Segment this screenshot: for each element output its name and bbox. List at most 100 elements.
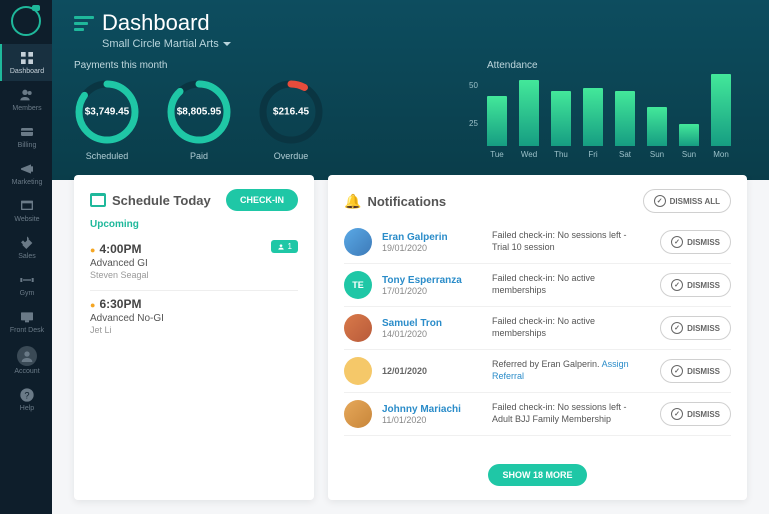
donut-chart: $8,805.95 bbox=[166, 79, 232, 145]
notif-date: 19/01/2020 bbox=[382, 243, 482, 253]
avatar[interactable] bbox=[344, 228, 372, 256]
notif-person-name[interactable]: Tony Esperranza bbox=[382, 275, 482, 286]
check-icon bbox=[671, 408, 683, 420]
avatar[interactable]: TE bbox=[344, 271, 372, 299]
bar bbox=[679, 124, 699, 146]
schedule-instructor: Steven Seagal bbox=[90, 270, 298, 280]
schedule-time: 4:00PM bbox=[90, 242, 298, 256]
notif-message: Failed check-in: No active memberships bbox=[492, 273, 650, 296]
dashboard-logo-icon bbox=[74, 16, 94, 31]
bar-col: Sun bbox=[679, 124, 699, 159]
bar-label: Sun bbox=[682, 150, 696, 159]
check-icon bbox=[654, 195, 666, 207]
nav-dashboard[interactable]: Dashboard bbox=[0, 44, 52, 81]
dismiss-all-button[interactable]: DISMISS ALL bbox=[643, 189, 731, 213]
notif-person-name[interactable]: Johnny Mariachi bbox=[382, 404, 482, 415]
bar bbox=[551, 91, 571, 146]
donut-label: Scheduled bbox=[86, 151, 129, 161]
bell-icon: 🔔 bbox=[344, 193, 361, 210]
check-icon bbox=[671, 279, 683, 291]
nav-website[interactable]: Website bbox=[0, 192, 52, 229]
donut-label: Paid bbox=[190, 151, 208, 161]
chevron-down-icon bbox=[223, 42, 231, 47]
account-icon bbox=[17, 346, 37, 366]
nav-gym[interactable]: Gym bbox=[0, 266, 52, 303]
nav-marketing[interactable]: Marketing bbox=[0, 155, 52, 192]
bar bbox=[487, 96, 507, 146]
checkin-button[interactable]: CHECK-IN bbox=[226, 189, 298, 211]
org-selector[interactable]: Small Circle Martial Arts bbox=[102, 38, 747, 50]
payment-donut-paid: $8,805.95 Paid bbox=[166, 79, 232, 161]
dismiss-button[interactable]: DISMISS bbox=[660, 230, 731, 254]
attendance-section: Attendance 50 25 TueWedThuFriSatSunSunMo… bbox=[487, 60, 747, 161]
avatar[interactable] bbox=[344, 400, 372, 428]
nav-frontdesk[interactable]: Front Desk bbox=[0, 303, 52, 340]
website-icon bbox=[19, 198, 35, 214]
notif-message: Failed check-in: No active memberships bbox=[492, 316, 650, 339]
notif-message: Failed check-in: No sessions left - Tria… bbox=[492, 230, 650, 253]
donut-value: $8,805.95 bbox=[177, 107, 222, 118]
notification-item: Johnny Mariachi11/01/2020 Failed check-i… bbox=[344, 393, 731, 436]
donut-chart: $216.45 bbox=[258, 79, 324, 145]
billing-icon bbox=[19, 124, 35, 140]
dismiss-button[interactable]: DISMISS bbox=[660, 273, 731, 297]
notif-person-name[interactable]: Eran Galperin bbox=[382, 232, 482, 243]
attendance-chart: 50 25 TueWedThuFriSatSunSunMon bbox=[487, 79, 747, 159]
bar-label: Tue bbox=[490, 150, 504, 159]
dismiss-button[interactable]: DISMISS bbox=[660, 359, 731, 383]
avatar[interactable] bbox=[344, 314, 372, 342]
check-icon bbox=[671, 365, 683, 377]
avatar[interactable] bbox=[344, 357, 372, 385]
members-icon bbox=[19, 87, 35, 103]
y-tick-25: 25 bbox=[469, 119, 478, 128]
payments-section: Payments this month $3,749.45 Scheduled … bbox=[74, 60, 457, 161]
schedule-card: Schedule Today CHECK-IN Upcoming 4:00PM … bbox=[74, 175, 314, 500]
nav-account[interactable]: Account bbox=[0, 340, 52, 381]
notif-date: 14/01/2020 bbox=[382, 329, 482, 339]
notification-item: TE Tony Esperranza17/01/2020 Failed chec… bbox=[344, 264, 731, 307]
svg-text:?: ? bbox=[24, 390, 29, 400]
notif-person-name[interactable]: Samuel Tron bbox=[382, 318, 482, 329]
schedule-item[interactable]: 4:00PM Advanced GI Steven Seagal1 bbox=[90, 236, 298, 291]
gym-icon bbox=[19, 272, 35, 288]
notif-date: 11/01/2020 bbox=[382, 415, 482, 425]
nav-members[interactable]: Members bbox=[0, 81, 52, 118]
bar bbox=[583, 88, 603, 146]
notif-message: Failed check-in: No sessions left - Adul… bbox=[492, 402, 650, 425]
dismiss-button[interactable]: DISMISS bbox=[660, 402, 731, 426]
bar-label: Thu bbox=[554, 150, 568, 159]
donut-chart: $3,749.45 bbox=[74, 79, 140, 145]
nav-label: Dashboard bbox=[10, 68, 44, 75]
notification-item: Eran Galperin19/01/2020 Failed check-in:… bbox=[344, 221, 731, 264]
assign-referral-link[interactable]: Assign Referral bbox=[492, 359, 629, 381]
org-name: Small Circle Martial Arts bbox=[102, 38, 219, 50]
bar-label: Fri bbox=[588, 150, 597, 159]
nav-help[interactable]: ? Help bbox=[0, 381, 52, 418]
schedule-title: Schedule Today bbox=[90, 193, 211, 208]
notifications-title: 🔔Notifications bbox=[344, 193, 446, 210]
schedule-time: 6:30PM bbox=[90, 297, 298, 311]
check-icon bbox=[671, 236, 683, 248]
help-icon: ? bbox=[19, 387, 35, 403]
frontdesk-icon bbox=[19, 309, 35, 325]
notifications-card: 🔔Notifications DISMISS ALL Eran Galperin… bbox=[328, 175, 747, 500]
bar bbox=[711, 74, 731, 146]
check-icon bbox=[671, 322, 683, 334]
main-content: Dashboard Small Circle Martial Arts Paym… bbox=[52, 0, 769, 514]
dismiss-button[interactable]: DISMISS bbox=[660, 316, 731, 340]
nav-label: Marketing bbox=[12, 179, 43, 186]
notification-item: Samuel Tron14/01/2020 Failed check-in: N… bbox=[344, 307, 731, 350]
nav-billing[interactable]: Billing bbox=[0, 118, 52, 155]
bar bbox=[615, 91, 635, 146]
schedule-instructor: Jet Li bbox=[90, 325, 298, 335]
app-logo bbox=[11, 6, 41, 36]
bar-label: Sat bbox=[619, 150, 631, 159]
nav-sales[interactable]: Sales bbox=[0, 229, 52, 266]
bar-col: Tue bbox=[487, 96, 507, 159]
nav-label: Sales bbox=[18, 253, 36, 260]
schedule-item[interactable]: 6:30PM Advanced No-GI Jet Li bbox=[90, 291, 298, 345]
donut-label: Overdue bbox=[274, 151, 309, 161]
nav-label: Front Desk bbox=[10, 327, 44, 334]
notification-item: 12/01/2020 Referred by Eran Galperin. As… bbox=[344, 350, 731, 393]
show-more-button[interactable]: SHOW 18 MORE bbox=[488, 464, 586, 486]
